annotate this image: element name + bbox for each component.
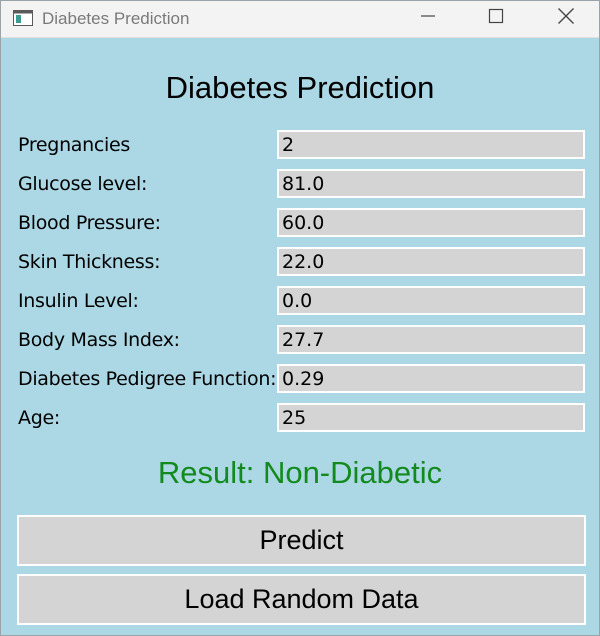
title-bar[interactable]: Diabetes Prediction	[1, 1, 599, 38]
minimize-button[interactable]	[405, 1, 451, 35]
insulin-input[interactable]	[277, 286, 585, 315]
app-window-icon	[13, 10, 33, 26]
label-age: Age:	[18, 407, 60, 429]
label-glucose: Glucose level:	[18, 173, 148, 195]
label-pregnancies: Pregnancies	[18, 134, 131, 156]
label-insulin: Insulin Level:	[18, 290, 139, 312]
result-text: Result: Non-Diabetic	[157, 455, 443, 490]
pedigree-input[interactable]	[277, 364, 585, 393]
age-input[interactable]	[277, 403, 585, 432]
minimize-icon	[420, 8, 436, 29]
label-bmi: Body Mass Index:	[18, 329, 180, 351]
load-random-data-button[interactable]: Load Random Data	[17, 574, 586, 625]
close-icon	[557, 7, 575, 30]
maximize-icon	[488, 8, 504, 29]
window-title: Diabetes Prediction	[42, 9, 190, 28]
label-pedigree: Diabetes Pedigree Function:	[18, 368, 277, 390]
bmi-input[interactable]	[277, 325, 585, 354]
label-skin-thickness: Skin Thickness:	[18, 251, 161, 273]
blood-pressure-input[interactable]	[277, 208, 585, 237]
skin-thickness-input[interactable]	[277, 247, 585, 276]
glucose-input[interactable]	[277, 169, 585, 198]
pregnancies-input[interactable]	[277, 130, 585, 159]
close-button[interactable]	[543, 1, 589, 35]
page-title: Diabetes Prediction	[165, 70, 435, 105]
app-window: Diabetes Prediction Diabetes Prediction …	[0, 0, 600, 636]
predict-button[interactable]: Predict	[17, 515, 586, 566]
maximize-button[interactable]	[473, 1, 519, 35]
label-blood-pressure: Blood Pressure:	[18, 212, 161, 234]
form-panel: Diabetes Prediction Pregnancies Glucose …	[1, 38, 599, 635]
